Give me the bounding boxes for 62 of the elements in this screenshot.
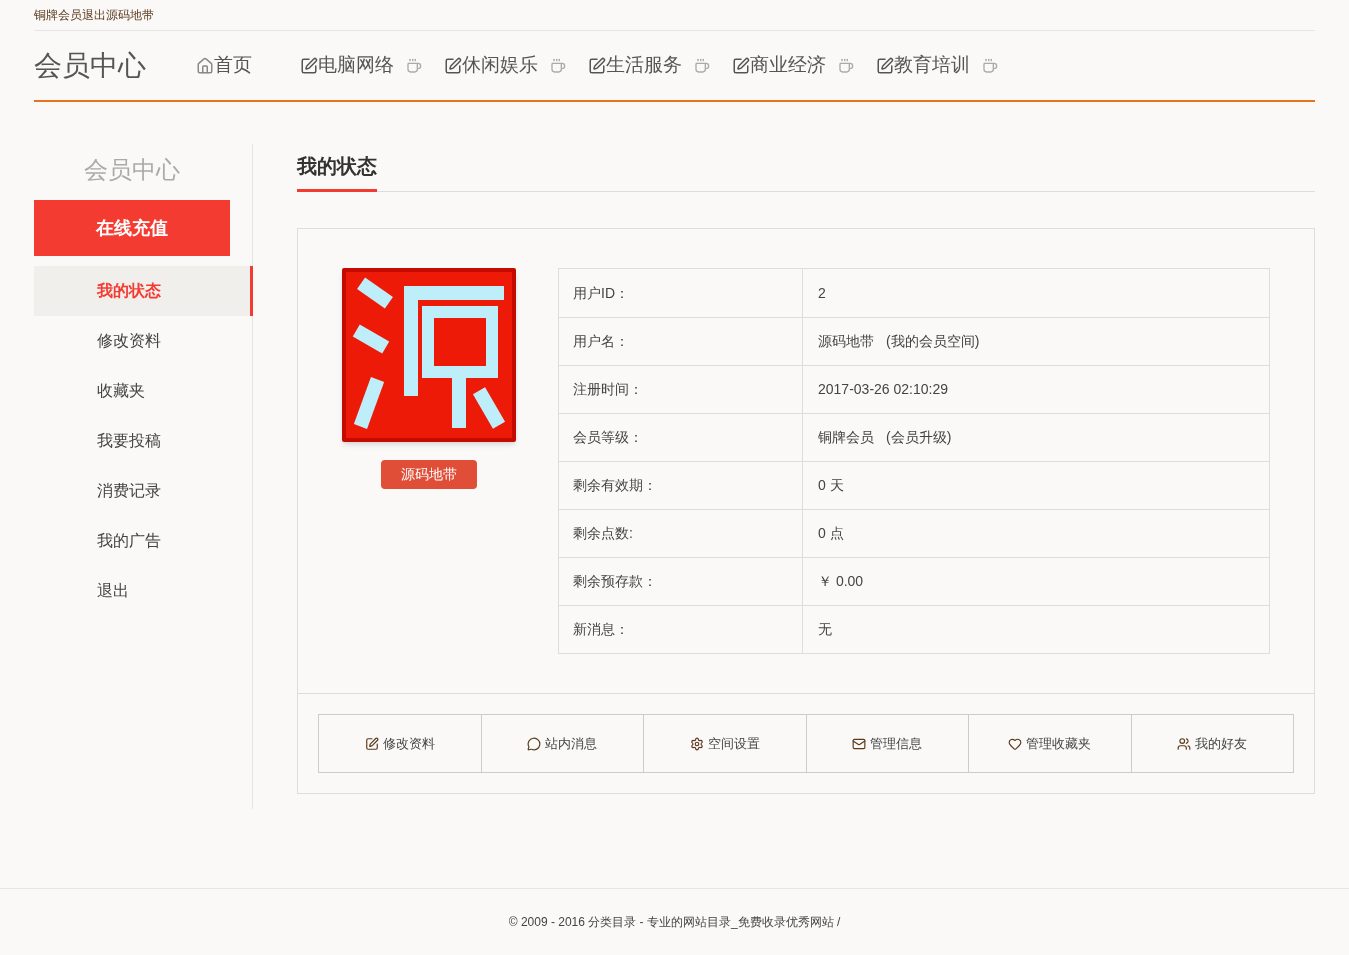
nav-link[interactable]: 教育培训: [894, 51, 970, 80]
table-link[interactable]: (会员升级): [886, 427, 952, 448]
table-cell: 剩余有效期：: [559, 462, 803, 509]
heart-icon: [1008, 736, 1023, 751]
table-cell-text: 0 天: [818, 476, 844, 495]
users-icon: [1177, 736, 1192, 751]
edit-icon: [588, 56, 606, 75]
cup-icon: [838, 57, 854, 74]
recharge-button[interactable]: 在线充值: [34, 200, 230, 256]
top-link[interactable]: 退出: [82, 6, 106, 24]
table-cell-text: 2: [818, 283, 826, 303]
edit-icon: [732, 56, 750, 75]
edit-icon: [876, 56, 894, 75]
table-cell: 新消息：: [559, 606, 803, 653]
sidebar-item[interactable]: 收藏夹: [34, 366, 252, 416]
table-cell-text: 2017-03-26 02:10:29: [818, 380, 948, 399]
site-title: 会员中心: [34, 48, 146, 83]
table-cell: 会员等级：: [559, 414, 803, 461]
copyright-text: © 2009 - 2016 分类目录 - 专业的网站目录_免费收录优秀网站 /: [508, 914, 841, 931]
cup-icon: [550, 57, 566, 74]
table-cell-text: 无: [818, 620, 832, 639]
sidebar-title: 会员中心: [83, 155, 181, 185]
chat-bubble-icon: [527, 736, 542, 751]
nav-link[interactable]: 休闲娱乐: [462, 51, 538, 80]
sidebar-item[interactable]: 退出: [34, 566, 252, 616]
table-cell: 剩余预存款：: [559, 558, 803, 605]
action-button[interactable]: 空间设置: [643, 715, 806, 772]
top-link[interactable]: 源码地带: [106, 6, 154, 24]
username-badge[interactable]: 源码地带: [381, 460, 477, 489]
sidebar-item[interactable]: 我要投稿: [34, 416, 252, 466]
table-cell-text: ￥ 0.00: [818, 572, 864, 591]
action-button[interactable]: 管理收藏夹: [968, 715, 1131, 772]
table-cell: 用户ID：: [559, 269, 803, 317]
cup-icon: [694, 57, 710, 74]
mail-icon: [852, 736, 867, 751]
nav-link[interactable]: 商业经济: [750, 51, 826, 80]
sidebar-item[interactable]: 修改资料: [34, 316, 252, 366]
top-link[interactable]: 铜牌会员: [34, 6, 82, 24]
table-cell: 注册时间：: [559, 366, 803, 413]
cup-icon: [982, 57, 998, 74]
nav-link[interactable]: 首页: [214, 51, 252, 80]
sidebar-item[interactable]: 消费记录: [34, 466, 252, 516]
sidebar-item[interactable]: 我的广告: [34, 516, 252, 566]
section-heading: 我的状态: [297, 151, 377, 192]
settings-icon: [689, 736, 704, 751]
nav-link[interactable]: 电脑网络: [318, 51, 394, 80]
table-cell: 剩余点数:: [559, 510, 803, 557]
table-cell: 用户名：: [559, 318, 803, 365]
edit-icon: [444, 56, 462, 75]
nav-link[interactable]: 生活服务: [606, 51, 682, 80]
action-button[interactable]: 站内消息: [480, 715, 643, 772]
edit-icon: [364, 736, 379, 751]
action-button[interactable]: 修改资料: [319, 715, 481, 772]
action-button[interactable]: 我的好友: [1130, 715, 1293, 772]
table-cell-text: 0 点: [818, 524, 844, 543]
cup-icon: [406, 57, 422, 74]
home-icon: [196, 56, 214, 75]
table-cell-text: 铜牌会员: [818, 428, 874, 447]
action-button[interactable]: 管理信息: [805, 715, 968, 772]
table-link[interactable]: (我的会员空间): [886, 331, 980, 352]
table-cell-text: 源码地带: [818, 332, 874, 351]
edit-icon: [300, 56, 318, 75]
